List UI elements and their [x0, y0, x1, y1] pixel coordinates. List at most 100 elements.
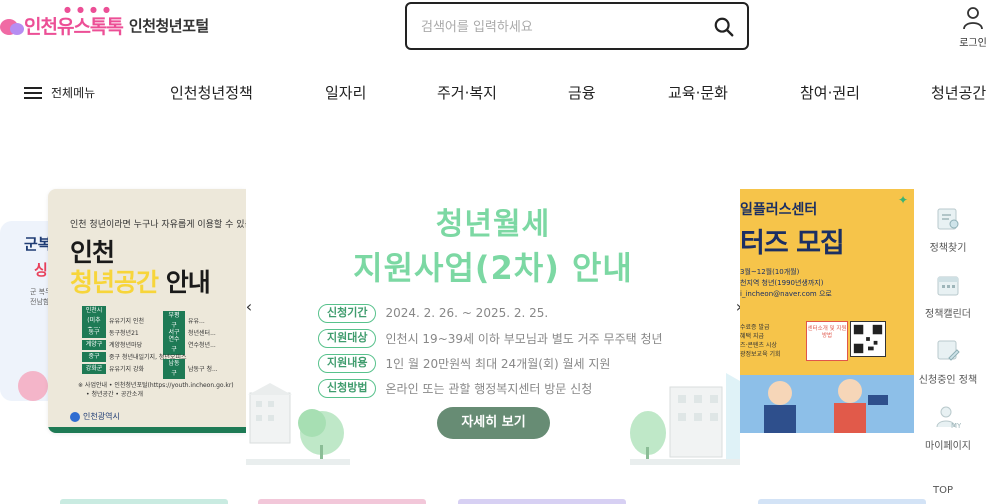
preview-strip: [458, 499, 626, 504]
supporters-benefits: 수료증 발급 혜택 지급 즈·콘텐츠 시상 광정보교육 기회: [740, 323, 781, 359]
table-row: 인천시(미추홀구) 유유기지 인천 부평구 유유...: [82, 305, 246, 336]
flower-illustration: [18, 371, 48, 401]
banner-info: 신청기간 2024. 2. 26. ~ 2025. 2. 25. 지원대상 인천…: [318, 303, 663, 403]
nav-item-finance[interactable]: 금융: [568, 82, 596, 103]
nav-item-jobs[interactable]: 일자리: [325, 82, 366, 103]
info-label: 신청기간: [318, 303, 377, 323]
region-value: 유유기지 인천: [109, 318, 145, 325]
nav-item-youth-space[interactable]: 청년공간: [931, 82, 986, 103]
info-label: 지원내용: [318, 353, 377, 373]
quick-my-page[interactable]: MY 마이페이지: [916, 404, 980, 470]
people-illustration: [740, 375, 914, 433]
info-row-method: 신청방법 온라인 또는 관할 행정복지센터 방문 신청: [318, 378, 663, 398]
quick-label: 마이페이지: [925, 441, 971, 452]
quick-policy-search[interactable]: 정책찾기: [916, 206, 980, 272]
quick-label: 정책찾기: [929, 243, 967, 254]
supporters-info-line: 3월~12월(10개월): [740, 268, 800, 276]
info-row-content: 지원내용 1인 월 20만원씩 최대 24개월(회) 월세 지원: [318, 353, 663, 373]
region-value: 계양청년마당: [109, 342, 143, 349]
banner-card-youth-space[interactable]: 인천 청년이라면 누구나 자유롭게 이용할 수 있는 인천 청년공간 안내 인천…: [48, 189, 246, 433]
note-line2: • 청년공간 • 공간소개: [86, 391, 143, 398]
info-value: 1인 월 20만원씩 최대 24개월(회) 월세 지원: [385, 356, 611, 371]
note-line1: ※ 사업안내 • 인천청년포털(https://youth.incheon.go…: [78, 382, 234, 389]
main-nav: 전체메뉴 인천청년정책 일자리 주거·복지 금융 교육·문화 참여·권리 청년공…: [0, 80, 988, 108]
search-input[interactable]: [421, 17, 701, 37]
city-emblem-icon: [70, 411, 80, 422]
login-label: 로그인: [959, 38, 987, 49]
quick-applying-policy[interactable]: 신청중인 정책: [916, 338, 980, 404]
nav-item-housing-welfare[interactable]: 주거·복지: [437, 82, 497, 103]
benefit-line: 광정보교육 기회: [740, 351, 781, 358]
section-preview-strips: [0, 499, 988, 504]
card-bottom-bar: [48, 427, 246, 433]
logo-subtitle: 인천청년포털: [128, 17, 209, 35]
info-row-period: 신청기간 2024. 2. 26. ~ 2025. 2. 25.: [318, 303, 663, 323]
table-row: 계양구 계양청년마당 연수구 연수청년...: [82, 334, 246, 355]
supporters-line2: 터즈 모집: [740, 228, 845, 259]
region-tag: 남동구: [163, 358, 185, 379]
info-label: 신청방법: [318, 378, 377, 398]
banner-title-line1: 청년월세: [435, 207, 551, 242]
org-name: 인천광역시: [83, 412, 120, 421]
preview-strip: [758, 499, 926, 504]
region-tag: 중구: [82, 351, 106, 362]
region-value: 유유...: [188, 318, 205, 325]
region-value: 연수청년...: [188, 342, 216, 349]
carousel-prev-icon[interactable]: ‹: [243, 297, 255, 316]
all-menu-label: 전체메뉴: [51, 86, 96, 100]
region-tag: 강화군: [82, 363, 106, 374]
supporters-info: 3월~12월(10개월) 천지역 청년(1990년생까지) i_incheon@…: [740, 267, 900, 300]
all-menu-button[interactable]: 전체메뉴: [24, 84, 95, 101]
info-value: 2024. 2. 26. ~ 2025. 2. 25.: [385, 306, 549, 320]
nav-item-education-culture[interactable]: 교육·문화: [668, 82, 728, 103]
qr-code-icon: [850, 321, 886, 357]
svg-text:MY: MY: [951, 422, 961, 430]
far-card-line2: 싱: [34, 261, 48, 279]
benefit-line: 즈·콘텐츠 시상: [740, 342, 777, 349]
banner-card-supporters[interactable]: ✦ 일플러스센터 터즈 모집 3월~12월(10개월) 천지역 청년(1990년…: [740, 189, 914, 433]
town-illustration-right: [630, 373, 740, 465]
logo-text: 인천유스톡톡 ●●●●: [24, 5, 124, 38]
view-details-button[interactable]: 자세히 보기: [437, 407, 550, 439]
preview-strip: [258, 499, 426, 504]
youth-space-title2-rest: 안내: [158, 268, 211, 297]
center-box-text: 센터소개 및 지원방법: [807, 326, 847, 339]
info-value: 온라인 또는 관할 행정복지센터 방문 신청: [385, 381, 593, 396]
region-value: 동구청년21: [109, 330, 139, 337]
login-button[interactable]: 로그인: [957, 6, 988, 49]
supporters-line1: 일플러스센터: [740, 202, 818, 218]
banner-card-rent-support[interactable]: 청년월세 지원사업(2차) 안내 신청기간 2024. 2. 26. ~ 202…: [246, 185, 740, 465]
youth-space-note: ※ 사업안내 • 인천청년포털(https://youth.incheon.go…: [78, 381, 234, 399]
youth-space-title2-highlight: 청년공간: [70, 268, 159, 297]
page: 인천유스톡톡●●●● 인천청년포털 로그인 전체메뉴 인천청년정책 일자리 주거…: [0, 0, 988, 504]
info-row-target: 지원대상 인천시 19~39세 이하 부모님과 별도 거주 무주택 청년: [318, 328, 663, 348]
info-value: 인천시 19~39세 이하 부모님과 별도 거주 무주택 청년: [385, 331, 663, 346]
applying-policy-icon: [937, 340, 960, 361]
quick-policy-calendar[interactable]: 정책캘린더: [916, 272, 980, 338]
nav-item-participation[interactable]: 참여·권리: [800, 82, 860, 103]
scroll-top-button[interactable]: TOP: [933, 485, 953, 496]
supporters-info-line: 천지역 청년(1990년생까지): [740, 279, 824, 287]
region-value: 청년센터...: [188, 330, 216, 337]
site-logo[interactable]: 인천유스톡톡 ●●●● 인천청년포털: [0, 5, 209, 39]
benefit-line: 혜택 지급: [740, 333, 764, 340]
nav-item-youth-policy[interactable]: 인천청년정책: [170, 82, 253, 103]
search-icon[interactable]: [713, 16, 735, 38]
center-info-box: 센터소개 및 지원방법: [806, 321, 848, 361]
calendar-icon: [937, 276, 959, 296]
hamburger-icon: [24, 86, 42, 99]
supporters-info-line: i_incheon@naver.com 으로: [740, 290, 832, 298]
policy-search-icon: [937, 208, 959, 230]
quick-label: 신청중인 정책: [918, 375, 978, 386]
user-icon: [963, 7, 983, 30]
info-label: 지원대상: [318, 328, 377, 348]
region-tag: 동구: [82, 327, 106, 338]
youth-space-table: 인천시(미추홀구) 유유기지 인천 부평구 유유... 동구 동구청년21 서구…: [82, 305, 246, 379]
banner-carousel: 군복 싱 군 복무 전남함 인천 청년이라면 누구나 자유롭게 이용할 수 있는…: [0, 185, 988, 465]
search-box: [405, 2, 749, 50]
quick-label: 정책캘린더: [925, 309, 971, 320]
region-value: 남동구 청...: [188, 366, 218, 373]
youth-space-title2: 청년공간 안내: [70, 263, 211, 299]
table-row: 강화군 유유기지 강화 남동구 남동구 청...: [82, 358, 246, 379]
benefit-line: 수료증 발급: [740, 324, 770, 331]
